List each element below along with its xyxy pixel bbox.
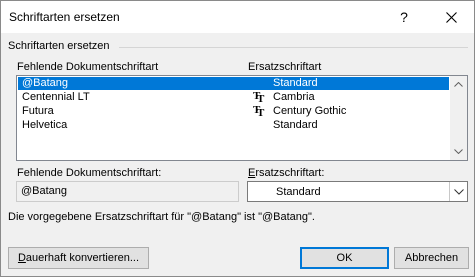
missing-font-name: Helvetica bbox=[22, 119, 68, 131]
truetype-font-icon: TT bbox=[253, 90, 265, 105]
close-button[interactable] bbox=[428, 1, 474, 33]
substitution-info-text: Die vorgegebene Ersatzschriftart für "@B… bbox=[8, 211, 315, 223]
convert-permanently-button[interactable]: Dauerhaft konvertieren... bbox=[8, 247, 149, 269]
font-substitution-dialog: Schriftarten ersetzen ? Schriftarten ers… bbox=[0, 0, 475, 277]
help-button[interactable]: ? bbox=[381, 1, 427, 33]
truetype-font-icon: TT bbox=[253, 104, 265, 119]
scroll-down-icon[interactable] bbox=[450, 143, 467, 160]
missing-font-name: @Batang bbox=[22, 77, 69, 89]
substitute-font-label: Ersatzschriftart: bbox=[248, 167, 325, 179]
window-title: Schriftarten ersetzen bbox=[9, 10, 120, 24]
substitute-font-value: Standard bbox=[276, 186, 321, 198]
group-label: Schriftarten ersetzen bbox=[8, 40, 110, 52]
cancel-button[interactable]: Abbrechen bbox=[394, 247, 469, 269]
substitute-font-dropdown[interactable]: Standard bbox=[247, 181, 468, 202]
column-header-missing-font: Fehlende Dokumentschriftart bbox=[17, 61, 159, 73]
substitute-font-name: Cambria bbox=[273, 91, 315, 103]
substitute-font-name: Standard bbox=[273, 119, 318, 131]
list-item[interactable]: Futura TT Century Gothic bbox=[18, 104, 449, 119]
close-icon bbox=[445, 11, 457, 23]
missing-font-label: Fehlende Dokumentschriftart: bbox=[17, 167, 162, 179]
column-header-substitute-font: Ersatzschriftart bbox=[248, 61, 322, 73]
scroll-up-icon[interactable] bbox=[450, 76, 467, 93]
font-substitution-list[interactable]: @Batang Standard Centennial LT TT Cambri… bbox=[16, 75, 468, 161]
vertical-scrollbar[interactable] bbox=[450, 76, 467, 160]
missing-font-name: Centennial LT bbox=[22, 91, 90, 103]
list-item[interactable]: Helvetica Standard bbox=[18, 119, 449, 132]
missing-font-field: @Batang bbox=[16, 181, 239, 202]
group-divider bbox=[119, 47, 468, 48]
list-item[interactable]: Centennial LT TT Cambria bbox=[18, 90, 449, 105]
list-item[interactable]: @Batang Standard bbox=[18, 77, 449, 90]
title-bar: Schriftarten ersetzen ? bbox=[1, 1, 474, 33]
chevron-down-icon[interactable] bbox=[449, 182, 467, 201]
substitute-font-name: Standard bbox=[273, 77, 318, 89]
missing-font-name: Futura bbox=[22, 105, 54, 117]
ok-button[interactable]: OK bbox=[300, 247, 389, 269]
substitute-font-name: Century Gothic bbox=[273, 105, 347, 117]
